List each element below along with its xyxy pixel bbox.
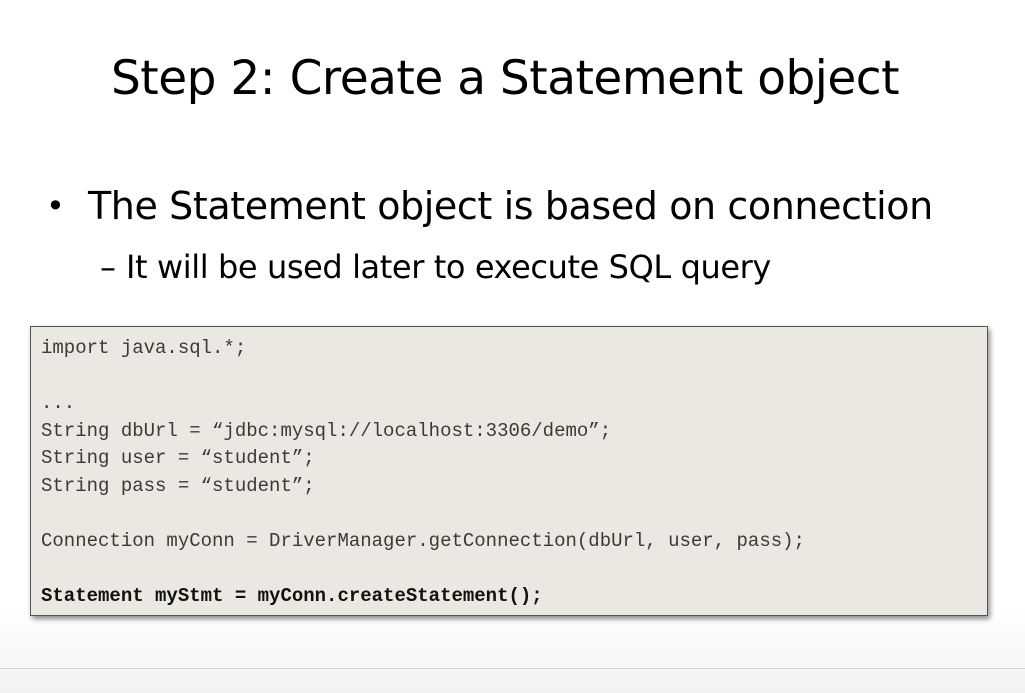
code-line-statement: Statement myStmt = myConn.createStatemen… bbox=[41, 584, 543, 607]
code-block: import java.sql.*; ... String dbUrl = “j… bbox=[30, 326, 988, 616]
code-line-import: import java.sql.*; bbox=[41, 337, 247, 359]
bullet-text: The Statement object is based on connect… bbox=[88, 184, 933, 228]
code-line-user: String user = “student”; bbox=[41, 447, 315, 469]
subbullet-text: It will be used later to execute SQL que… bbox=[126, 248, 771, 286]
code-line-dburl: String dbUrl = “jdbc:mysql://localhost:3… bbox=[41, 419, 612, 442]
subbullet-marker: – bbox=[100, 248, 116, 286]
code-line-pass: String pass = “student”; bbox=[41, 474, 315, 497]
code-line-ellipsis: ... bbox=[41, 392, 76, 414]
subbullet-item: – It will be used later to execute SQL q… bbox=[100, 244, 771, 290]
slide: Step 2: Create a Statement object • The … bbox=[0, 0, 1025, 693]
slide-bottom-divider bbox=[0, 668, 1025, 669]
bullet-marker: • bbox=[46, 187, 65, 225]
slide-title: Step 2: Create a Statement object bbox=[110, 51, 900, 106]
bullet-item: • The Statement object is based on conne… bbox=[46, 180, 933, 232]
code-line-connection: Connection myConn = DriverManager.getCon… bbox=[41, 529, 805, 552]
